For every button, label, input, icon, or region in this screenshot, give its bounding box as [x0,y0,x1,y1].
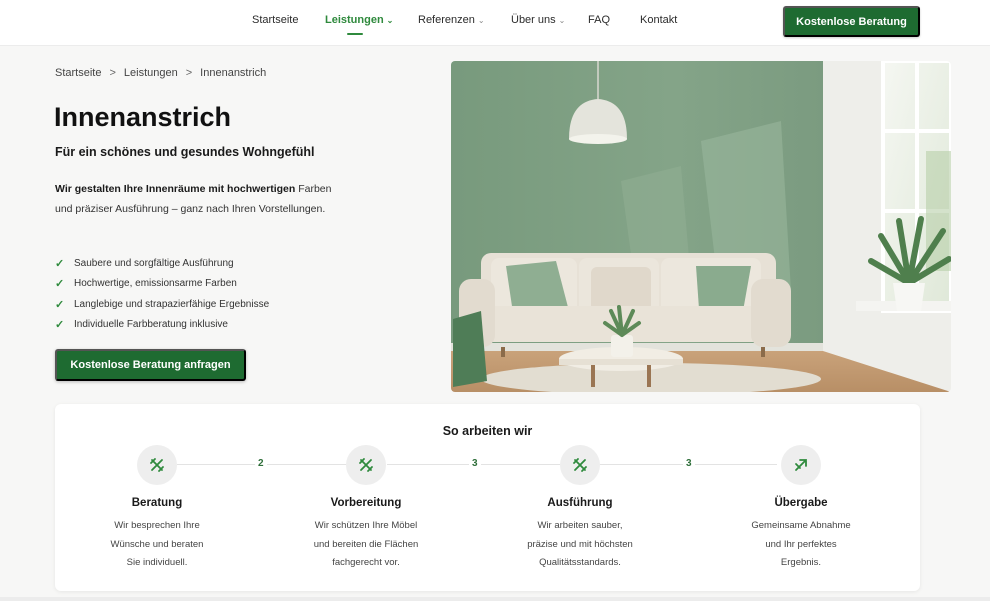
breadcrumb-current: Innenanstrich [200,67,267,79]
step-text-line: präzise und mit höchsten [527,538,633,550]
chevron-down-icon: ⌄ [477,15,485,25]
step-connector-number: 3 [469,458,481,469]
feature-list: ✓ Saubere und sorgfältige Ausführung ✓ Hoc… [55,253,269,335]
nav-item-faq[interactable]: FAQ [588,14,610,26]
step-connector-number: 3 [683,458,695,469]
check-icon: ✓ [55,257,65,270]
step-text-line: Wir schützen Ihre Möbel [314,520,418,531]
step-title-ausfuehrung: Ausführung [547,497,613,509]
active-nav-indicator [347,33,363,35]
living-room-illustration [451,61,951,392]
feature-label: Saubere und sorgfältige Ausführung [74,257,234,269]
check-icon: ✓ [55,298,65,311]
chevron-down-icon: ⌄ [386,15,394,25]
intro-text: Wir gestalten Ihre Innenräume mit hochwe… [55,180,335,219]
request-consultation-button[interactable]: Kostenlose Beratung anfragen [55,349,246,381]
step-text-line: und bereiten die Flächen [313,538,419,550]
step-text-line: und Ihr perfektes [765,538,837,550]
step-title-uebergabe: Übergabe [774,497,828,509]
step-connector [177,464,367,465]
nav-item-label: Referenzen [418,14,475,26]
nav-item-referenzen[interactable]: Referenzen ⌄ [418,14,485,26]
step-title-beratung: Beratung [131,497,183,509]
step-text-vorbereitung: Wir schützen Ihre Möbel und bereiten die… [276,517,456,573]
feature-label: Hochwertige, emissionsarme Farben [74,278,237,290]
feature-item: ✓ Saubere und sorgfältige Ausführung [55,253,269,274]
nav-item-label: Startseite [252,14,299,26]
feature-label: Langlebige und strapazierfähige Ergebnis… [74,298,270,310]
breadcrumb-separator: > [109,67,116,79]
check-icon: ✓ [55,319,65,332]
execution-icon [560,445,600,485]
step-text-uebergabe: Gemeinsame Abnahme und Ihr perfektes Erg… [711,517,891,573]
step-text-line: Qualitätsstandards. [539,557,621,568]
page-title: Innenanstrich [54,102,232,132]
page-subtitle: Für ein schönes und gesundes Wohngefühl [55,145,315,159]
feature-item: ✓ Langlebige und strapazierfähige Ergebni… [55,294,269,315]
nav-item-label: Leistungen [325,14,384,26]
step-text-beratung: Wir besprechen Ihre Wünsche und beraten … [67,517,247,573]
step-text-line: Sie individuell. [126,557,188,568]
nav-item-label: FAQ [588,14,611,26]
check-icon: ✓ [55,278,65,291]
chevron-down-icon: ⌄ [558,15,566,25]
intro-text-bold: Wir gestalten Ihre Innenräume mit hochwe… [55,183,296,195]
handover-icon [781,445,821,485]
step-text-line: fachgerecht vor. [332,557,400,568]
nav-item-startseite[interactable]: Startseite [252,14,298,26]
step-text-line: Wir besprechen Ihre [114,520,200,531]
step-text-line: Wir arbeiten sauber, [537,520,623,531]
page-bottom-divider [0,597,990,601]
nav-item-label: Über uns [511,14,556,26]
step-text-line: Gemeinsame Abnahme [751,520,851,531]
feature-item: ✓ Individuelle Farbberatung inklusive [55,315,269,336]
preparation-icon [346,445,386,485]
living-room-photo [451,61,951,392]
step-text-line: Wünsche und beraten [110,538,204,550]
consultation-icon [137,445,177,485]
step-text-line: Ergebnis. [780,557,822,568]
free-consultation-button[interactable]: Kostenlose Beratung [783,6,920,37]
breadcrumb-link-leistungen[interactable]: Leistungen [124,67,178,79]
nav-item-kontakt[interactable]: Kontakt [640,14,677,26]
breadcrumb: Startseite > Leistungen > Innenanstrich [55,67,266,79]
feature-label: Individuelle Farbberatung inklusive [74,319,228,331]
step-title-vorbereitung: Vorbereitung [330,497,402,509]
process-section: So arbeiten wir 2 3 3 Beratung Wir bespr… [55,404,920,591]
feature-item: ✓ Hochwertige, emissionsarme Farben [55,274,269,295]
breadcrumb-separator: > [185,67,193,79]
step-text-ausfuehrung: Wir arbeiten sauber, präzise und mit höc… [490,517,670,573]
nav-item-label: Kontakt [640,14,678,26]
breadcrumb-link-startseite[interactable]: Startseite [55,67,101,79]
nav-item-leistungen[interactable]: Leistungen ⌄ [325,14,393,26]
step-connector-number: 2 [255,458,267,469]
nav-item-ueber-uns[interactable]: Über uns ⌄ [511,14,565,26]
process-title: So arbeiten wir [442,424,533,438]
step-connector [387,464,577,465]
top-navigation-bar: Startseite Leistungen ⌄ Referenzen ⌄ Übe… [0,0,990,46]
